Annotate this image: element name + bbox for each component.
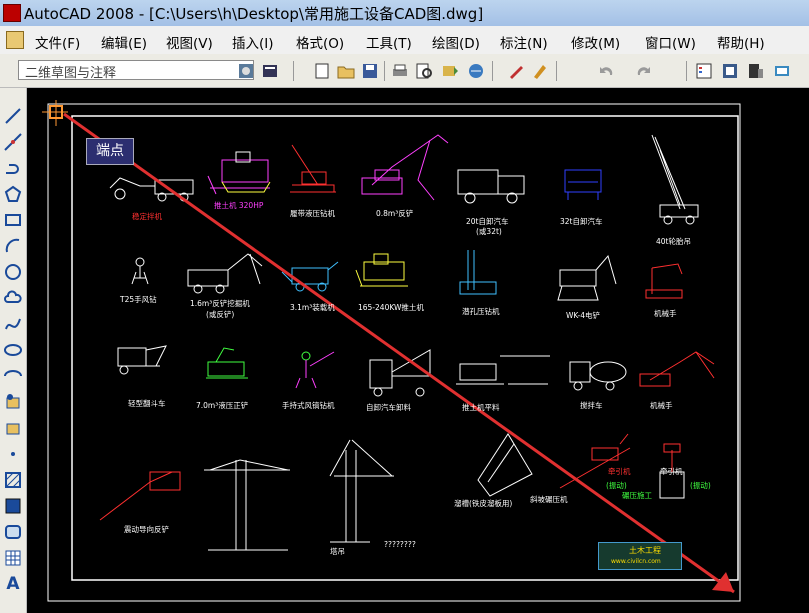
drawing-border: [71, 115, 739, 581]
backhoe-drawing: [361, 134, 449, 201]
drawing-label: 震动导向反铲: [124, 525, 169, 534]
electric-shovel-drawing: [557, 254, 617, 301]
drawing-label: 推土机 320HP: [214, 201, 264, 210]
logo-title: 土木工程: [629, 546, 661, 555]
drawing-label: 手持式风镐钻机: [282, 401, 335, 410]
annotation-arrow-head: [712, 572, 734, 592]
light-dump-cart-drawing: [117, 345, 167, 375]
hand-drill-drawing: [131, 257, 149, 285]
hydraulic-shovel-drawing: [206, 347, 248, 379]
manipulator-1-drawing: [645, 263, 683, 299]
drawing-label: T25手风钻: [120, 295, 157, 304]
drawing-label: 斜坡碾压机: [530, 495, 568, 504]
bulldozer-165-drawing: [355, 253, 408, 287]
tower-crane-2-drawing: [329, 439, 394, 543]
osnap-tooltip: 端点: [86, 138, 134, 165]
drawing-label: 机械手: [650, 401, 673, 410]
bulldozer-drawing: [207, 151, 271, 195]
tire-crane-drawing: [651, 134, 699, 225]
drawing-label: 稳定拌机: [132, 212, 162, 221]
annotation-arrow-line: [63, 112, 735, 594]
drawing-label: (或反铲): [206, 310, 235, 319]
drawing-label: 轻型翻斗车: [128, 399, 166, 408]
drawing-label: 推土机平料: [462, 403, 500, 412]
drawing-label: 自卸汽车卸料: [366, 403, 411, 412]
drawing-label: 牵引机: [608, 467, 631, 476]
drawing-label: 牵引机: [660, 467, 683, 476]
down-hole-drill-drawing: [459, 250, 497, 295]
dump-truck-32t-drawing: [564, 169, 602, 200]
drawing-label: ????????: [384, 540, 416, 549]
drawing-label: 塔吊: [330, 547, 345, 556]
excavator-1-6-drawing: [187, 253, 263, 294]
drawing-label: (振动): [690, 481, 711, 490]
drawing-label: 机械手: [654, 309, 677, 318]
drawing-label: 搅拌车: [580, 401, 603, 410]
handheld-drill-worker-drawing: [295, 351, 335, 389]
vibrating-backhoe-drawing: [99, 471, 181, 521]
drawing-label: 165-240KW推土机: [358, 303, 424, 312]
drawing-label: 潜孔压钻机: [462, 307, 500, 316]
drawing-label: WK-4电铲: [566, 311, 601, 320]
crawler-drill-drawing: [290, 144, 336, 193]
drawing-label: 7.0m³液压正铲: [196, 401, 249, 410]
drawing-label: 履带液压钻机: [290, 209, 335, 218]
drawing-label: 32t自卸汽车: [560, 217, 603, 226]
drawing-label: 40t轮胎吊: [656, 237, 691, 246]
logo-url: www.civilcn.com: [611, 558, 661, 565]
civil-logo: 土木工程 www.civilcn.com: [598, 542, 682, 570]
drawing-label: 溜槽(铁皮溜板用): [454, 499, 513, 508]
dump-truck-20t-drawing: [457, 169, 525, 204]
bulldozer-spreading-drawing: [456, 355, 550, 385]
drawing-label: 1.6m³反铲挖掘机: [190, 299, 250, 308]
dump-truck-unload-drawing: [369, 349, 431, 397]
drawing-label: 3.1m³装载机: [290, 303, 335, 312]
drawing-label: 碾压施工: [622, 491, 652, 500]
drawing-label: 0.8m³反铲: [376, 209, 414, 218]
tower-crane-1-drawing: [204, 459, 290, 551]
mixer-truck-drawing: [569, 361, 627, 391]
drawing-label: (或32t): [476, 227, 502, 236]
manipulator-2-drawing: [639, 351, 715, 387]
